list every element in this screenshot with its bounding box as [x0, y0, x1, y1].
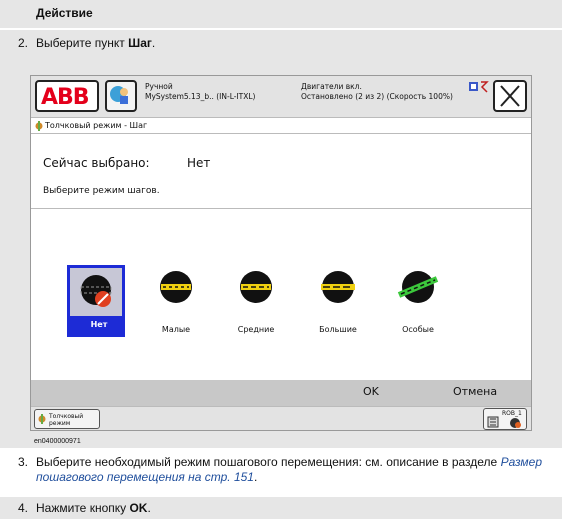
status-mode: Ручной MySystem5.13_b.. (IN-L-ITXL)	[145, 82, 256, 101]
small-step-icon	[160, 271, 192, 303]
mode-small[interactable]: Малые	[147, 265, 205, 337]
mode-label: Нет	[90, 320, 108, 329]
medium-step-icon	[240, 271, 272, 303]
figure-id: en0400000971	[34, 438, 81, 445]
user-icon[interactable]	[105, 80, 137, 112]
abb-menu-button[interactable]: ABB	[35, 80, 99, 112]
taskbar: Толчковый режим ROB_1	[31, 406, 531, 430]
user-step-icon	[397, 271, 439, 303]
jog-icon	[35, 121, 43, 131]
mode-label: Большие	[319, 325, 357, 334]
current-selection-value: Нет	[187, 156, 211, 170]
taskbar-jogging[interactable]: Толчковый режим	[34, 409, 100, 429]
no-step-icon	[80, 275, 112, 307]
step-text: Выберите пункт Шаг.	[36, 36, 156, 50]
mode-label: Средние	[237, 325, 275, 334]
cancel-button[interactable]: Отмена	[453, 385, 497, 398]
current-selection-label: Сейчас выбрано:	[43, 156, 150, 170]
step-number: 4.	[17, 501, 28, 515]
step-text: Выберите необходимый режим пошагового пе…	[36, 455, 542, 484]
mode-medium[interactable]: Средние	[227, 265, 285, 337]
mode-label: Особые	[402, 325, 434, 334]
flexpendant-screen: ABB Ручной MySystem5.13_b.. (IN-L-ITXL) Д…	[30, 75, 532, 431]
window-title: Толчковый режим - Шаг	[31, 118, 531, 134]
status-icons[interactable]	[463, 81, 491, 93]
mode-none[interactable]: Нет	[67, 265, 125, 337]
close-icon[interactable]	[493, 80, 527, 112]
step-number: 2.	[17, 36, 28, 50]
command-bar: OK Отмена	[31, 380, 531, 406]
step-mode-prompt: Выберите режим шагов.	[43, 186, 160, 196]
quickset-button[interactable]: ROB_1	[483, 408, 527, 430]
jog-icon	[38, 414, 46, 424]
abb-logo: ABB	[41, 85, 90, 110]
step-text: Нажмите кнопку OK.	[36, 501, 151, 515]
mode-large[interactable]: Большие	[309, 265, 367, 337]
status-motors: Двигатели вкл. Остановлено (2 из 2) (Скор…	[301, 82, 453, 101]
robot-icon	[487, 416, 521, 428]
table-header: Действие	[36, 6, 93, 20]
table-header-row: Действие	[0, 0, 562, 28]
large-step-icon	[321, 271, 355, 303]
step-number: 3.	[17, 455, 28, 469]
mode-user[interactable]: Особые	[389, 265, 447, 337]
step-mode-options: Нет Малые Средние Большие Особые	[31, 208, 531, 380]
ok-button[interactable]: OK	[363, 385, 379, 398]
top-bar: ABB Ручной MySystem5.13_b.. (IN-L-ITXL) Д…	[31, 76, 531, 118]
mode-label: Малые	[161, 325, 191, 334]
